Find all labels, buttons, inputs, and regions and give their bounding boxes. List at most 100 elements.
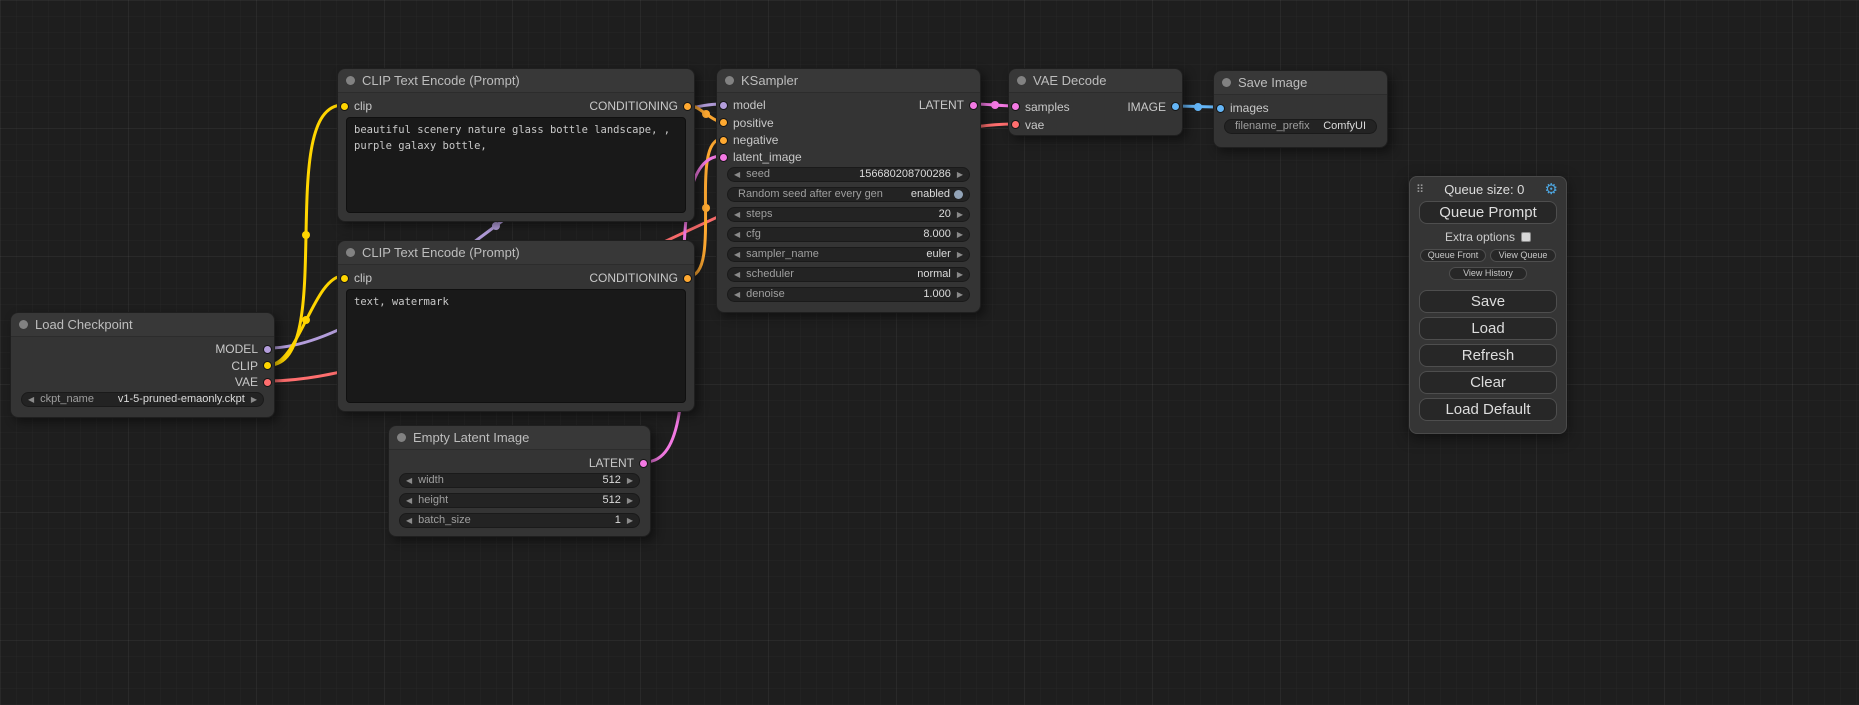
widget-seed[interactable]: ◀ seed 156680208700286 ▶ bbox=[727, 167, 970, 182]
port-input-model[interactable] bbox=[719, 101, 728, 110]
load-button[interactable]: Load bbox=[1419, 317, 1557, 340]
increment-arrow-icon[interactable]: ▶ bbox=[957, 268, 963, 281]
node-clip-positive-titlebar[interactable]: CLIP Text Encode (Prompt) bbox=[338, 69, 694, 93]
negative-prompt-textarea[interactable]: text, watermark bbox=[346, 289, 686, 403]
slot-output-conditioning: CONDITIONING bbox=[589, 271, 678, 285]
port-output-latent[interactable] bbox=[969, 101, 978, 110]
positive-prompt-textarea[interactable]: beautiful scenery nature glass bottle la… bbox=[346, 117, 686, 213]
widget-scheduler[interactable]: ◀ scheduler normal ▶ bbox=[727, 267, 970, 282]
node-load-checkpoint-titlebar[interactable]: Load Checkpoint bbox=[11, 313, 274, 337]
toggle-knob-icon[interactable] bbox=[954, 190, 963, 199]
queue-size-label: Queue size: 0 bbox=[1424, 182, 1544, 197]
widget-denoise[interactable]: ◀ denoise 1.000 ▶ bbox=[727, 287, 970, 302]
increment-arrow-icon[interactable]: ▶ bbox=[251, 393, 257, 406]
port-output-model[interactable] bbox=[263, 345, 272, 354]
node-clip-text-encode-positive[interactable]: CLIP Text Encode (Prompt) clip CONDITION… bbox=[337, 68, 695, 222]
slot-input-samples: samples bbox=[1025, 100, 1070, 114]
decrement-arrow-icon[interactable]: ◀ bbox=[28, 393, 34, 406]
widget-height[interactable]: ◀ height 512 ▶ bbox=[399, 493, 640, 508]
increment-arrow-icon[interactable]: ▶ bbox=[627, 474, 633, 487]
collapse-dot-icon[interactable] bbox=[19, 320, 28, 329]
decrement-arrow-icon[interactable]: ◀ bbox=[734, 248, 740, 261]
widget-batch-size[interactable]: ◀ batch_size 1 ▶ bbox=[399, 513, 640, 528]
node-vae-decode-titlebar[interactable]: VAE Decode bbox=[1009, 69, 1182, 93]
port-output-latent[interactable] bbox=[639, 459, 648, 468]
port-input-clip[interactable] bbox=[340, 274, 349, 283]
view-queue-button[interactable]: View Queue bbox=[1490, 249, 1556, 262]
widget-steps[interactable]: ◀ steps 20 ▶ bbox=[727, 207, 970, 222]
clear-button[interactable]: Clear bbox=[1419, 371, 1557, 394]
increment-arrow-icon[interactable]: ▶ bbox=[957, 168, 963, 181]
increment-arrow-icon[interactable]: ▶ bbox=[957, 248, 963, 261]
port-output-conditioning[interactable] bbox=[683, 102, 692, 111]
decrement-arrow-icon[interactable]: ◀ bbox=[734, 288, 740, 301]
link-midpoint-dot-cond1 bbox=[702, 110, 710, 118]
increment-arrow-icon[interactable]: ▶ bbox=[627, 494, 633, 507]
queue-front-button[interactable]: Queue Front bbox=[1420, 249, 1486, 262]
widget-ckpt-name[interactable]: ◀ ckpt_name v1-5-pruned-emaonly.ckpt ▶ bbox=[21, 392, 264, 407]
port-input-images[interactable] bbox=[1216, 104, 1225, 113]
decrement-arrow-icon[interactable]: ◀ bbox=[406, 514, 412, 527]
widget-random-seed-toggle[interactable]: Random seed after every gen enabled bbox=[727, 187, 970, 202]
collapse-dot-icon[interactable] bbox=[397, 433, 406, 442]
node-load-checkpoint[interactable]: Load Checkpoint MODEL CLIP VAE ◀ ckpt_na… bbox=[10, 312, 275, 418]
load-default-button[interactable]: Load Default bbox=[1419, 398, 1557, 421]
settings-gear-icon[interactable]: ⚙ bbox=[1545, 182, 1558, 197]
increment-arrow-icon[interactable]: ▶ bbox=[957, 208, 963, 221]
widget-name: steps bbox=[746, 208, 772, 221]
port-output-vae[interactable] bbox=[263, 378, 272, 387]
drag-handle-icon[interactable]: ⠿ bbox=[1416, 183, 1424, 196]
slot-input-latent-image: latent_image bbox=[733, 150, 802, 164]
slot-output-latent: LATENT bbox=[589, 456, 634, 470]
slot-output-vae: VAE bbox=[235, 375, 258, 389]
node-vae-decode[interactable]: VAE Decode samples vae IMAGE bbox=[1008, 68, 1183, 136]
queue-prompt-button[interactable]: Queue Prompt bbox=[1419, 201, 1557, 224]
port-input-vae[interactable] bbox=[1011, 120, 1020, 129]
widget-value: ComfyUI bbox=[1323, 120, 1366, 133]
widget-value: 1.000 bbox=[923, 288, 951, 301]
collapse-dot-icon[interactable] bbox=[346, 248, 355, 257]
node-ksampler-titlebar[interactable]: KSampler bbox=[717, 69, 980, 93]
node-empty-latent-image[interactable]: Empty Latent Image LATENT ◀ width 512 ▶ … bbox=[388, 425, 651, 537]
link-midpoint-dot-clip1 bbox=[302, 231, 310, 239]
decrement-arrow-icon[interactable]: ◀ bbox=[734, 228, 740, 241]
collapse-dot-icon[interactable] bbox=[725, 76, 734, 85]
collapse-dot-icon[interactable] bbox=[1222, 78, 1231, 87]
widget-sampler-name[interactable]: ◀ sampler_name euler ▶ bbox=[727, 247, 970, 262]
port-input-negative[interactable] bbox=[719, 136, 728, 145]
comfyui-canvas[interactable]: Load Checkpoint MODEL CLIP VAE ◀ ckpt_na… bbox=[0, 0, 1859, 705]
collapse-dot-icon[interactable] bbox=[1017, 76, 1026, 85]
node-clip-text-encode-negative[interactable]: CLIP Text Encode (Prompt) clip CONDITION… bbox=[337, 240, 695, 412]
decrement-arrow-icon[interactable]: ◀ bbox=[734, 208, 740, 221]
port-output-image[interactable] bbox=[1171, 102, 1180, 111]
view-history-button[interactable]: View History bbox=[1449, 267, 1527, 280]
collapse-dot-icon[interactable] bbox=[346, 76, 355, 85]
increment-arrow-icon[interactable]: ▶ bbox=[957, 288, 963, 301]
save-button[interactable]: Save bbox=[1419, 290, 1557, 313]
widget-filename-prefix[interactable]: filename_prefix ComfyUI bbox=[1224, 119, 1377, 134]
port-input-latent-image[interactable] bbox=[719, 153, 728, 162]
port-output-clip[interactable] bbox=[263, 361, 272, 370]
decrement-arrow-icon[interactable]: ◀ bbox=[406, 474, 412, 487]
port-input-samples[interactable] bbox=[1011, 102, 1020, 111]
refresh-button[interactable]: Refresh bbox=[1419, 344, 1557, 367]
port-output-conditioning[interactable] bbox=[683, 274, 692, 283]
node-ksampler[interactable]: KSampler model positive negative latent_… bbox=[716, 68, 981, 313]
increment-arrow-icon[interactable]: ▶ bbox=[627, 514, 633, 527]
decrement-arrow-icon[interactable]: ◀ bbox=[734, 168, 740, 181]
node-empty-latent-titlebar[interactable]: Empty Latent Image bbox=[389, 426, 650, 450]
node-save-image[interactable]: Save Image images filename_prefix ComfyU… bbox=[1213, 70, 1388, 148]
node-save-image-titlebar[interactable]: Save Image bbox=[1214, 71, 1387, 95]
decrement-arrow-icon[interactable]: ◀ bbox=[734, 268, 740, 281]
widget-width[interactable]: ◀ width 512 ▶ bbox=[399, 473, 640, 488]
link-midpoint-dot-cond2 bbox=[702, 204, 710, 212]
port-input-positive[interactable] bbox=[719, 118, 728, 127]
port-input-clip[interactable] bbox=[340, 102, 349, 111]
decrement-arrow-icon[interactable]: ◀ bbox=[406, 494, 412, 507]
increment-arrow-icon[interactable]: ▶ bbox=[957, 228, 963, 241]
widget-name: scheduler bbox=[746, 268, 794, 281]
widget-cfg[interactable]: ◀ cfg 8.000 ▶ bbox=[727, 227, 970, 242]
node-clip-negative-titlebar[interactable]: CLIP Text Encode (Prompt) bbox=[338, 241, 694, 265]
link-clip-to-positive-prompt bbox=[269, 105, 343, 365]
extra-options-checkbox[interactable] bbox=[1521, 232, 1531, 242]
